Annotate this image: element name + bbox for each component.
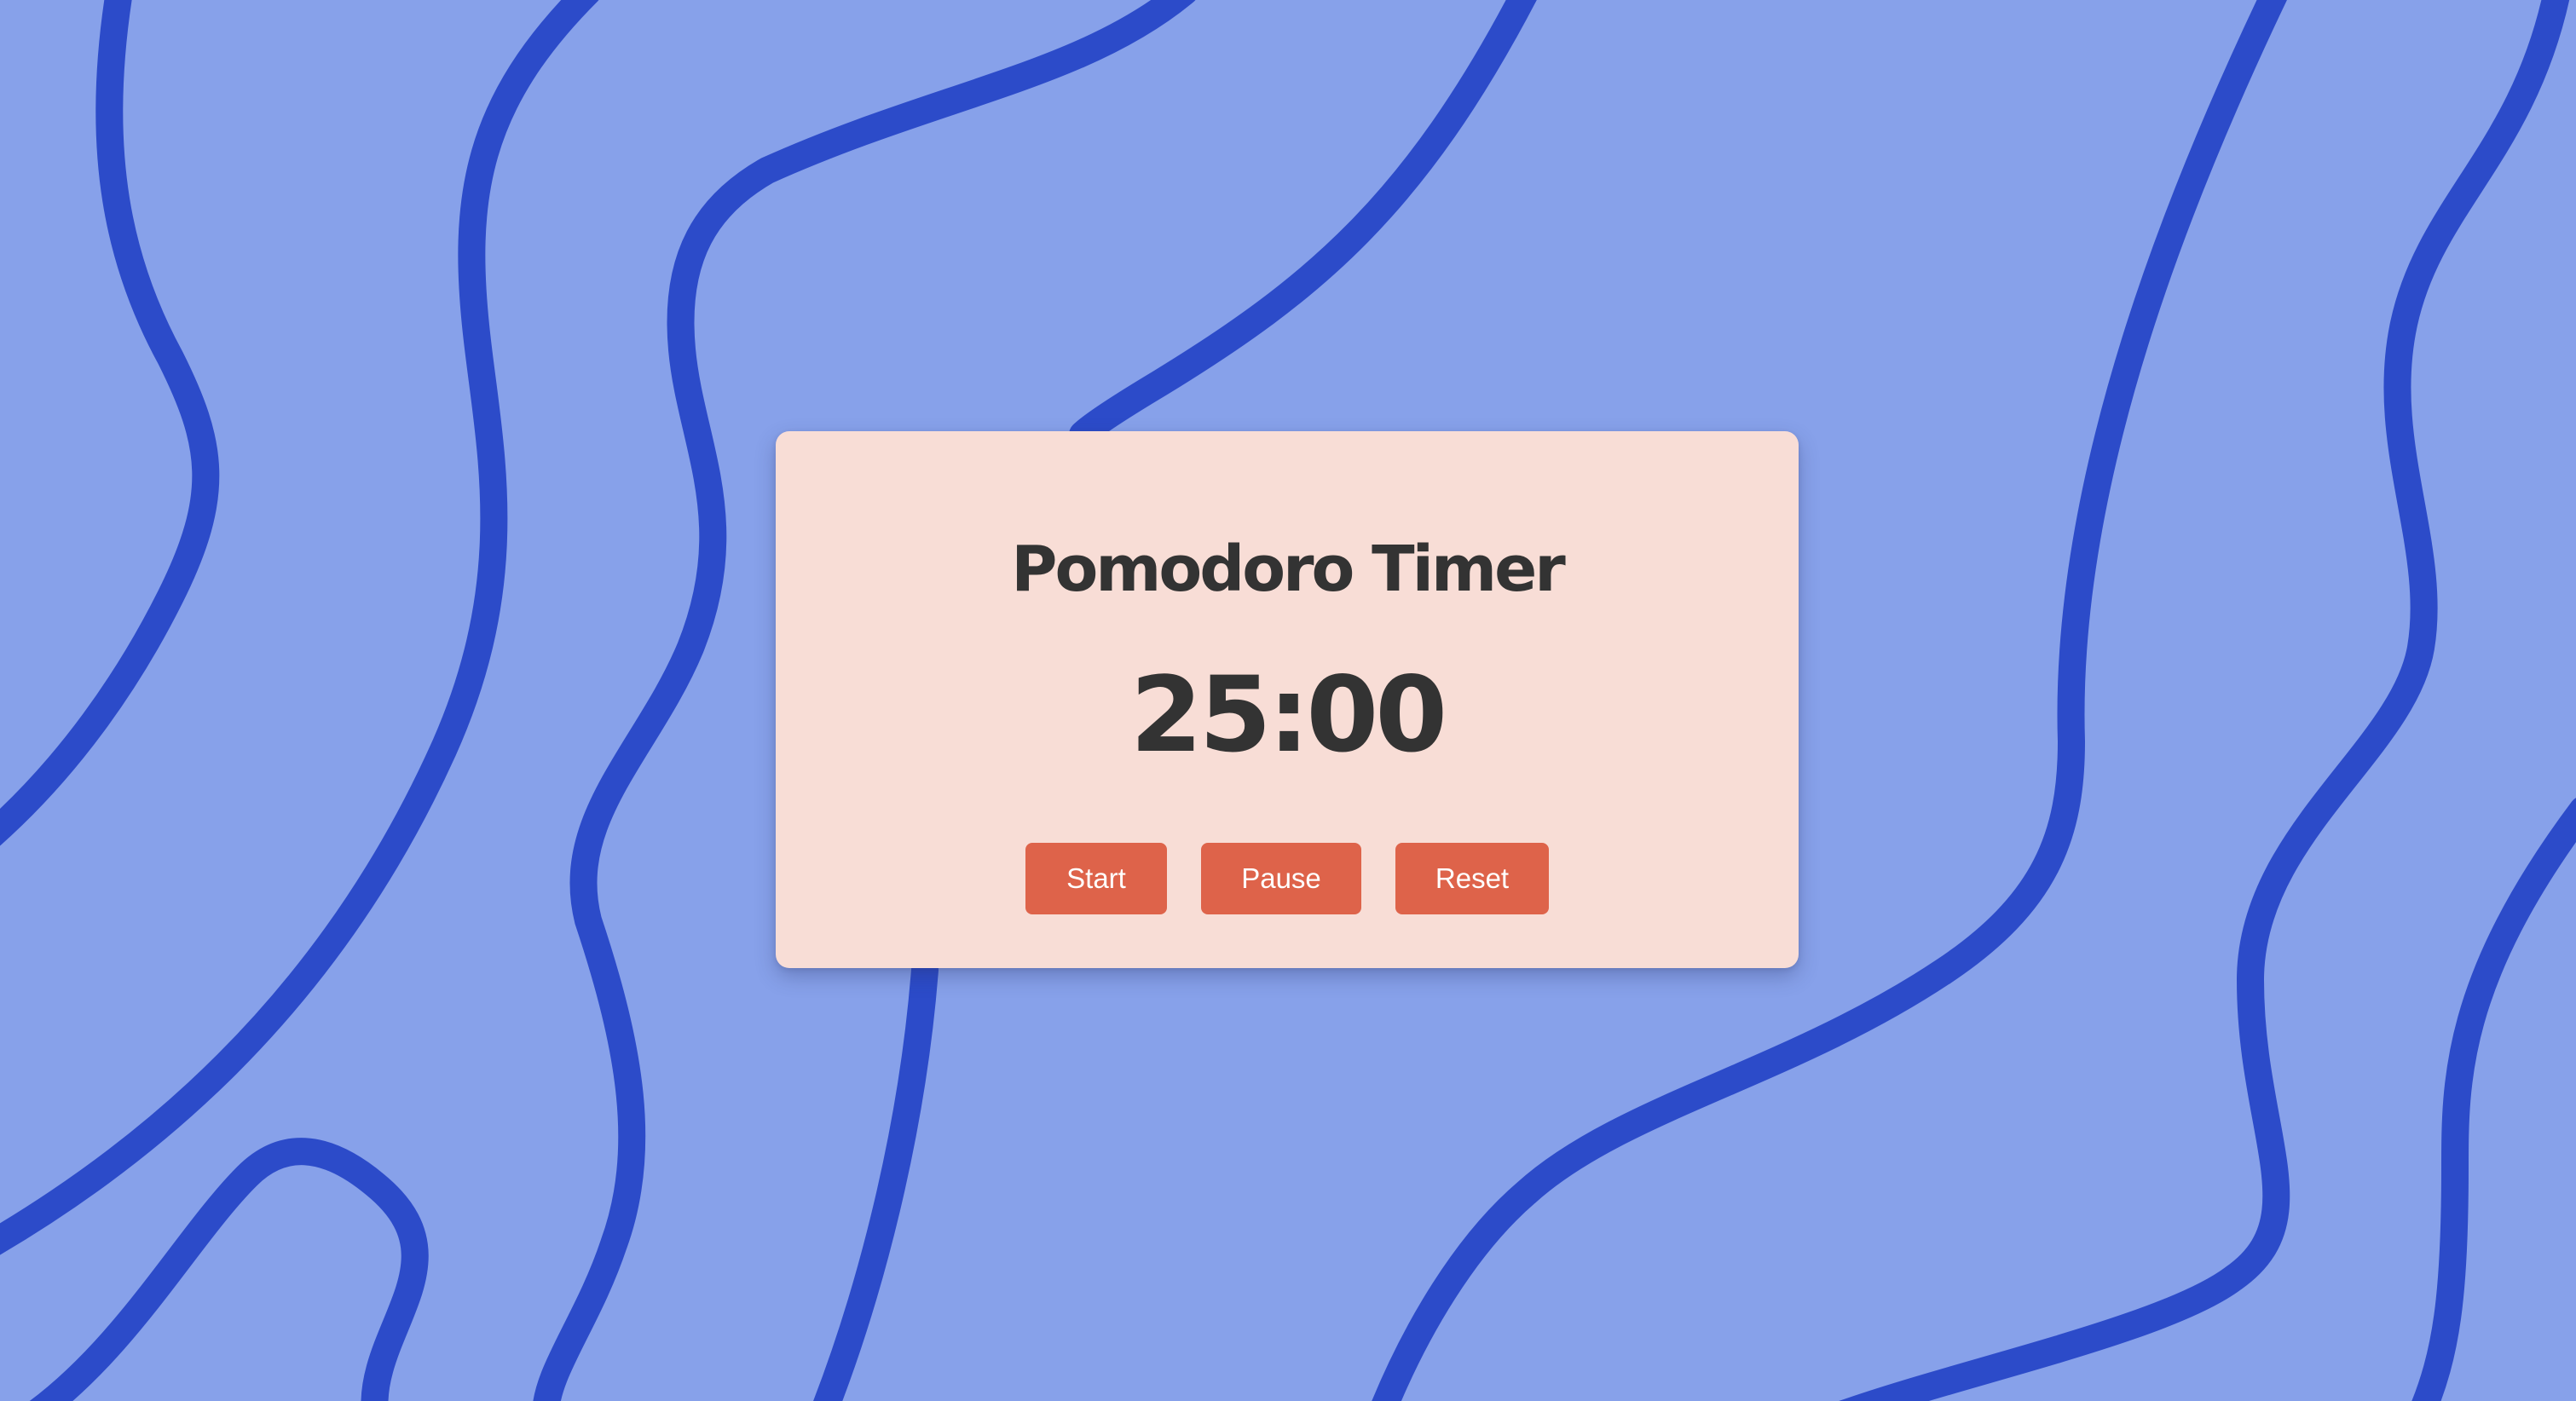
timer-display: 25:00 (1129, 654, 1447, 775)
wave-line (1839, 0, 2570, 1401)
page-title: Pomodoro Timer (1011, 533, 1566, 606)
pause-button[interactable]: Pause (1201, 843, 1361, 914)
wave-line (29, 1138, 429, 1401)
wave-line (813, 956, 939, 1401)
wave-line (2411, 798, 2576, 1401)
wave-line (1069, 0, 1537, 448)
timer-card: Pomodoro Timer 25:00 Start Pause Reset (776, 431, 1799, 968)
start-button[interactable]: Start (1025, 843, 1167, 914)
reset-button[interactable]: Reset (1395, 843, 1549, 914)
wave-line (0, 0, 599, 1255)
wave-line (0, 0, 220, 846)
